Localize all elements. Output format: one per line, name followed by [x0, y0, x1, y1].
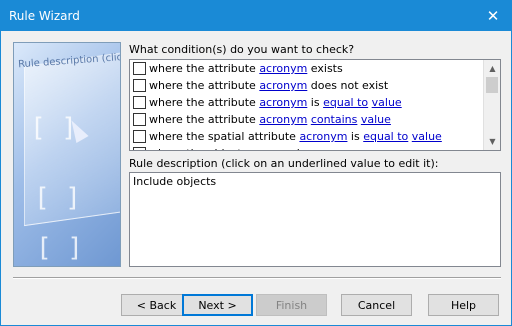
condition-link[interactable]: acronym [259, 79, 307, 92]
condition-item[interactable]: where the object acronym is acronym [130, 145, 482, 150]
bracket-icon: [ ] [36, 233, 83, 263]
condition-text: where the spatial attribute [149, 130, 300, 143]
scroll-up-icon[interactable]: ▲ [484, 60, 500, 77]
condition-text: is [347, 130, 364, 143]
condition-text: where the attribute [149, 79, 260, 92]
close-icon[interactable]: ✕ [475, 1, 511, 31]
condition-link[interactable]: value [361, 113, 391, 126]
conditions-scrollbar[interactable]: ▲ ▼ [483, 60, 500, 150]
next-button[interactable]: Next > [182, 294, 253, 316]
condition-link[interactable]: acronym [259, 96, 307, 109]
rule-description-box[interactable]: Include objects [129, 172, 501, 267]
condition-item[interactable]: where the attribute acronym contains val… [130, 111, 482, 128]
condition-link[interactable]: equal to [363, 130, 408, 143]
conditions-label: What condition(s) do you want to check? [129, 43, 355, 56]
condition-text: where the attribute [149, 113, 260, 126]
condition-item[interactable]: where the spatial attribute acronym is e… [130, 128, 482, 145]
condition-text: where the attribute [149, 62, 260, 75]
wizard-illustration: Rule description (click on [ ] [ ] [ ] [13, 42, 121, 267]
rule-wizard-window: Rule Wizard ✕ Rule description (click on… [0, 0, 512, 326]
condition-text: exists [307, 62, 343, 75]
scroll-thumb[interactable] [486, 77, 498, 93]
condition-checkbox[interactable] [133, 113, 146, 126]
condition-item[interactable]: where the attribute acronym exists [130, 60, 482, 77]
condition-link[interactable]: acronym [299, 130, 347, 143]
condition-link[interactable]: contains [311, 113, 358, 126]
finish-button: Finish [256, 294, 327, 316]
condition-link[interactable]: acronym [259, 62, 307, 75]
condition-text: where the attribute [149, 96, 260, 109]
rule-description-text: Include objects [133, 175, 217, 188]
condition-checkbox[interactable] [133, 147, 146, 150]
conditions-list-items: where the attribute acronym exists where … [130, 60, 482, 150]
condition-link[interactable]: acronym [259, 113, 307, 126]
condition-checkbox[interactable] [133, 96, 146, 109]
divider [13, 277, 501, 279]
condition-link[interactable]: equal to [323, 96, 368, 109]
scroll-down-icon[interactable]: ▼ [484, 133, 500, 150]
condition-text: where the object acronym is [149, 147, 309, 150]
cancel-button[interactable]: Cancel [341, 294, 412, 316]
condition-link[interactable]: value [372, 96, 402, 109]
window-title: Rule Wizard [9, 9, 80, 23]
condition-checkbox[interactable] [133, 62, 146, 75]
bracket-icon: [ ] [34, 183, 81, 213]
conditions-list[interactable]: where the attribute acronym exists where … [129, 59, 501, 151]
condition-item[interactable]: where the attribute acronym is equal to … [130, 94, 482, 111]
condition-link[interactable]: value [412, 130, 442, 143]
condition-checkbox[interactable] [133, 79, 146, 92]
condition-link[interactable]: acronym [309, 147, 357, 150]
condition-text: is [307, 96, 324, 109]
title-bar[interactable]: Rule Wizard ✕ [1, 1, 511, 31]
condition-checkbox[interactable] [133, 130, 146, 143]
description-label: Rule description (click on an underlined… [129, 157, 439, 170]
help-button[interactable]: Help [428, 294, 499, 316]
condition-text: does not exist [307, 79, 389, 92]
condition-item[interactable]: where the attribute acronym does not exi… [130, 77, 482, 94]
